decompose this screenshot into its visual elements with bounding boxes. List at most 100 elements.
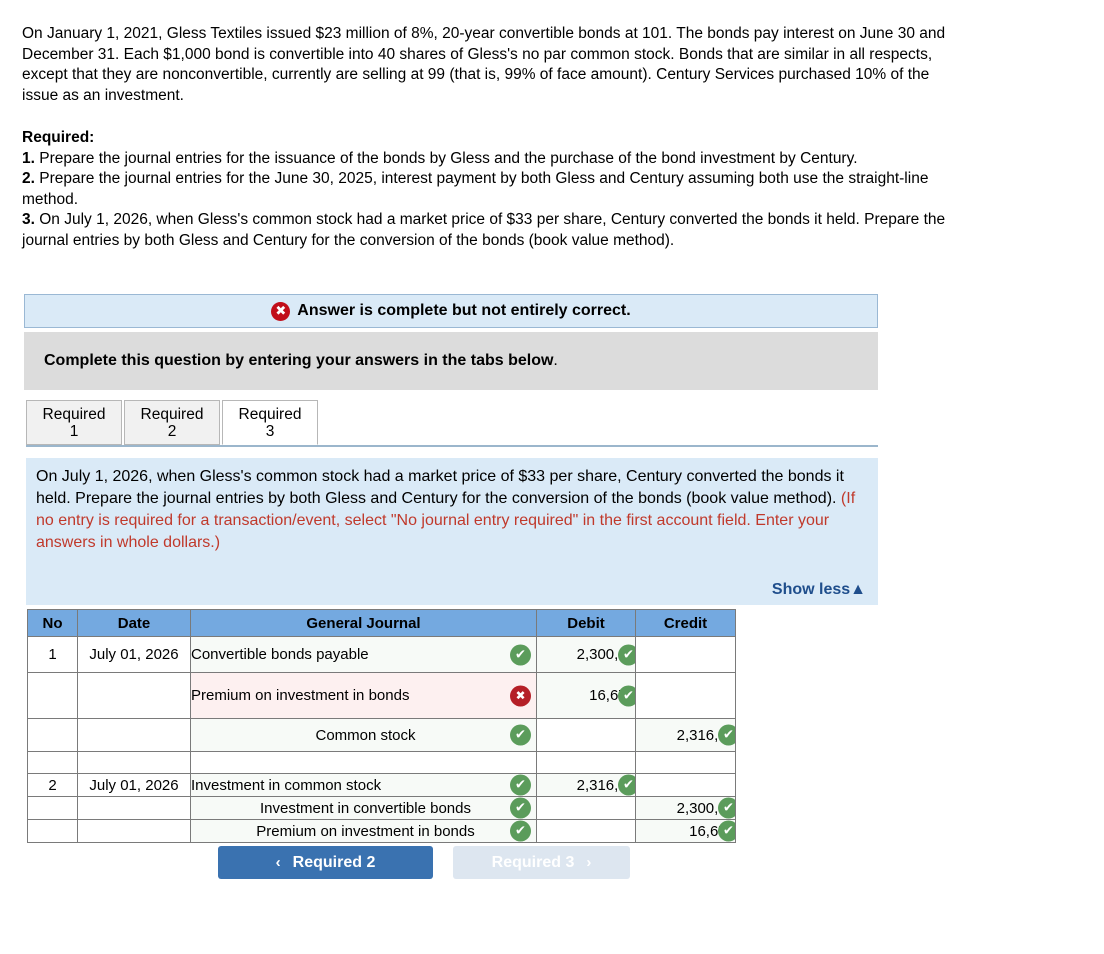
- cell-credit[interactable]: 2,300,00: [635, 796, 736, 820]
- chevron-left-icon: ‹: [275, 854, 281, 871]
- instruction-bar: Complete this question by entering your …: [24, 332, 878, 390]
- cell-account[interactable]: Investment in common stock: [190, 773, 537, 797]
- table-row: 1 July 01, 2026 Convertible bonds payabl…: [27, 636, 736, 673]
- prev-button-label: Required 2: [292, 853, 376, 871]
- worksheet-page: On January 1, 2021, Gless Textiles issue…: [0, 0, 1104, 954]
- cell-credit[interactable]: [635, 773, 736, 797]
- tab-required-1-line2: 1: [69, 422, 79, 440]
- cell-account[interactable]: [190, 751, 537, 774]
- column-header-debit: Debit: [536, 609, 636, 637]
- required-item-2: 2. Prepare the journal entries for the J…: [22, 170, 929, 208]
- tab-required-3-line2: 3: [265, 422, 275, 440]
- requirement-tabs: Required 1 Required 2 Required 3: [26, 400, 878, 447]
- required-heading: Required:: [22, 129, 95, 146]
- required-item-3: 3. On July 1, 2026, when Gless's common …: [22, 211, 946, 249]
- account-label: Investment in common stock: [191, 776, 382, 794]
- cell-no: [27, 819, 78, 843]
- chevron-right-icon: ›: [586, 854, 592, 871]
- cell-date: [77, 672, 191, 719]
- account-label: Premium on investment in bonds: [191, 687, 410, 704]
- navigation-buttons: ‹ Required 2 Required 3 ›: [218, 846, 630, 879]
- check-icon: [618, 644, 635, 665]
- column-header-credit: Credit: [635, 609, 736, 637]
- cell-date: [77, 796, 191, 820]
- cell-debit[interactable]: [536, 718, 636, 752]
- account-label: Convertible bonds payable: [191, 646, 369, 663]
- x-icon: [510, 685, 531, 706]
- tab-required-2[interactable]: Required 2: [124, 400, 220, 445]
- check-icon: [510, 774, 531, 796]
- check-icon: [718, 724, 735, 746]
- cell-credit[interactable]: [635, 636, 736, 673]
- cell-debit[interactable]: [536, 819, 636, 843]
- cell-no: 2: [27, 773, 78, 797]
- cell-no: [27, 718, 78, 752]
- table-row: 2 July 01, 2026 Investment in common sto…: [27, 773, 736, 797]
- check-icon: [718, 797, 735, 819]
- check-icon: [718, 820, 735, 842]
- cell-account[interactable]: Investment in convertible bonds: [190, 796, 537, 820]
- cell-credit[interactable]: [635, 751, 736, 774]
- x-circle-icon: ✖: [271, 301, 291, 321]
- cell-date: [77, 819, 191, 843]
- cell-debit[interactable]: 2,316,67: [536, 773, 636, 797]
- status-banner-text: Answer is complete but not entirely corr…: [297, 302, 631, 319]
- required-item-1: 1. Prepare the journal entries for the i…: [22, 149, 858, 167]
- account-label: Premium on investment in bonds: [256, 822, 475, 840]
- cell-credit[interactable]: [635, 672, 736, 719]
- tab-required-1[interactable]: Required 1: [26, 400, 122, 445]
- column-header-general-journal: General Journal: [190, 609, 537, 637]
- tab-required-2-line2: 2: [167, 422, 177, 440]
- next-button-label: Required 3: [491, 853, 575, 871]
- question-panel: On July 1, 2026, when Gless's common sto…: [26, 458, 878, 605]
- check-icon: [618, 774, 635, 796]
- instruction-bar-text: Complete this question by entering your …: [44, 352, 554, 369]
- table-row: [27, 751, 736, 774]
- tab-required-3-line1: Required: [238, 405, 302, 423]
- account-label: Common stock: [315, 726, 416, 744]
- cell-debit[interactable]: [536, 796, 636, 820]
- cell-credit[interactable]: 2,316,67: [635, 718, 736, 752]
- journal-header-row: No Date General Journal Debit Credit: [27, 609, 736, 637]
- cell-debit[interactable]: [536, 751, 636, 774]
- check-icon: [618, 685, 635, 706]
- show-less-label: Show less: [771, 581, 851, 598]
- column-header-no: No: [27, 609, 78, 637]
- check-icon: [510, 724, 531, 746]
- prev-required-2-button[interactable]: ‹ Required 2: [218, 846, 433, 879]
- general-journal-table: No Date General Journal Debit Credit 1 J…: [27, 609, 736, 843]
- cell-account[interactable]: Common stock: [190, 718, 537, 752]
- status-banner: ✖ Answer is complete but not entirely co…: [24, 294, 878, 328]
- column-header-date: Date: [77, 609, 191, 637]
- cell-account[interactable]: Premium on investment in bonds: [190, 672, 537, 719]
- check-icon: [510, 644, 531, 665]
- cell-debit[interactable]: 2,300,00: [536, 636, 636, 673]
- cell-date: [77, 751, 191, 774]
- cell-account[interactable]: Convertible bonds payable: [190, 636, 537, 673]
- cell-account[interactable]: Premium on investment in bonds: [190, 819, 537, 843]
- next-required-3-button[interactable]: Required 3 ›: [453, 846, 630, 879]
- table-row: Common stock 2,316,67: [27, 718, 736, 752]
- table-row: Premium on investment in bonds 16,675: [27, 819, 736, 843]
- tab-required-3[interactable]: Required 3: [222, 400, 318, 445]
- cell-date: [77, 718, 191, 752]
- cell-date: July 01, 2026: [77, 773, 191, 797]
- required-block: Required: 1. Prepare the journal entries…: [22, 128, 952, 251]
- tab-required-1-line1: Required: [42, 405, 106, 423]
- question-text: On July 1, 2026, when Gless's common sto…: [36, 466, 864, 554]
- cell-no: [27, 751, 78, 774]
- question-text-black: On July 1, 2026, when Gless's common sto…: [36, 468, 844, 507]
- caret-up-icon: ▲: [850, 581, 866, 598]
- problem-statement: On January 1, 2021, Gless Textiles issue…: [22, 25, 946, 104]
- cell-credit[interactable]: 16,675: [635, 819, 736, 843]
- cell-no: [27, 796, 78, 820]
- cell-no: 1: [27, 636, 78, 673]
- show-less-link[interactable]: Show less▲: [772, 581, 866, 599]
- instruction-bar-period: .: [553, 352, 558, 369]
- table-row: Investment in convertible bonds 2,300,00: [27, 796, 736, 820]
- table-row: Premium on investment in bonds 16,675: [27, 672, 736, 719]
- tab-required-2-line1: Required: [140, 405, 204, 423]
- account-label: Investment in convertible bonds: [260, 799, 471, 817]
- cell-debit[interactable]: 16,675: [536, 672, 636, 719]
- check-icon: [510, 797, 531, 819]
